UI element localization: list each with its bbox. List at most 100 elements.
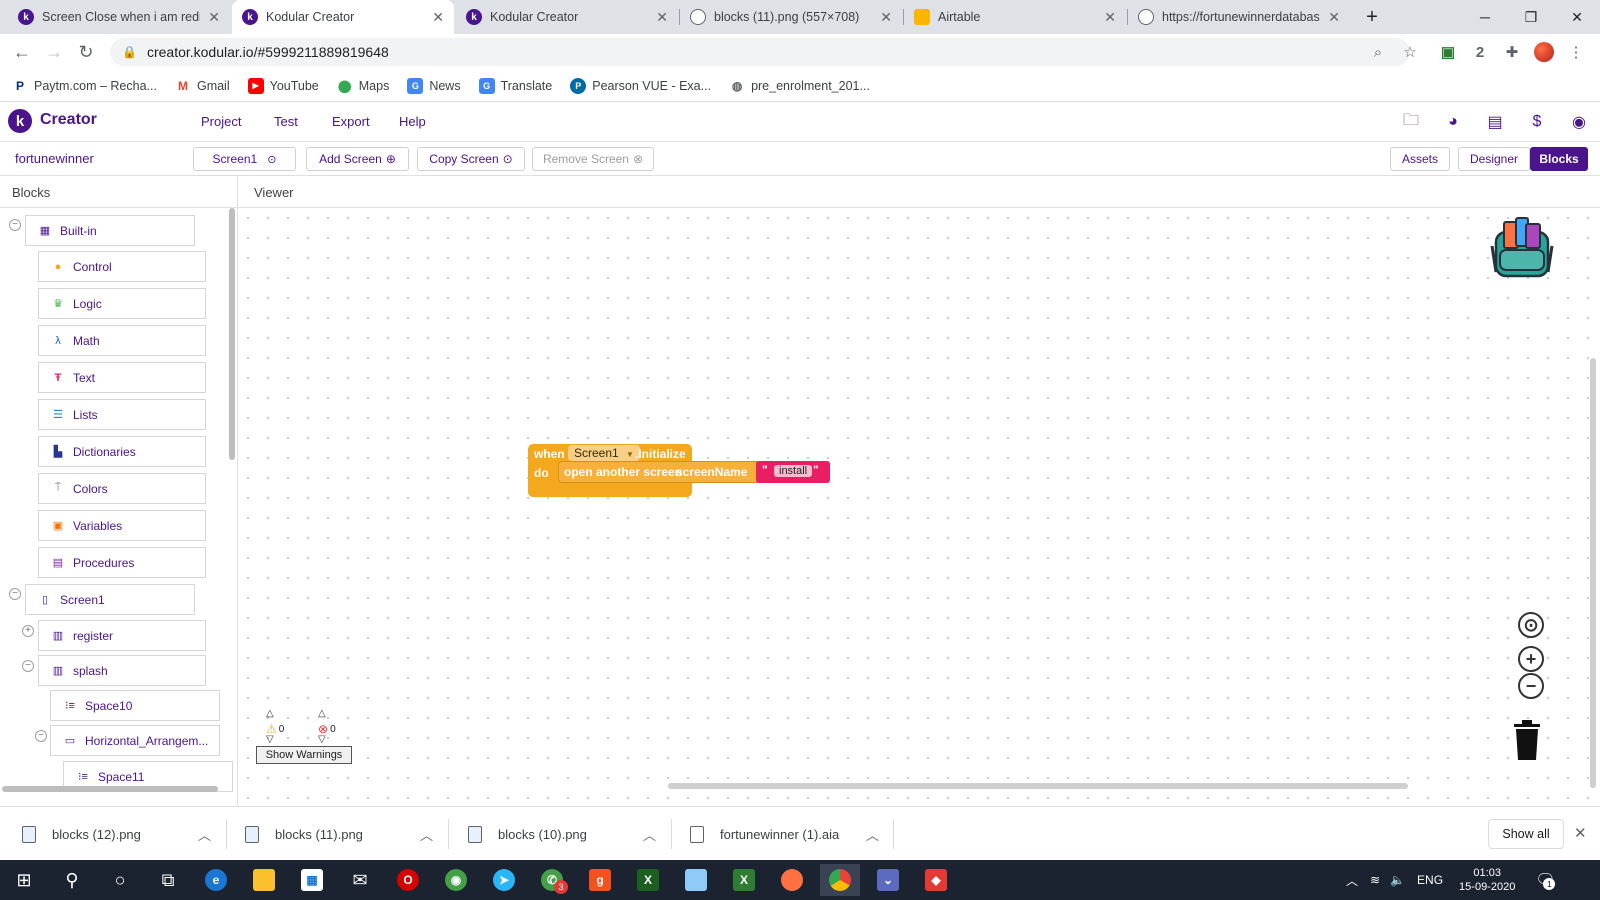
chevron-up-icon[interactable]: ︿ xyxy=(1346,872,1358,889)
chevron-up-icon[interactable]: ︿ xyxy=(420,825,433,844)
folder-icon[interactable]: 🗀 xyxy=(1400,111,1422,133)
telegram-icon[interactable]: ➤ xyxy=(484,864,524,896)
anydesk-icon[interactable]: ◆ xyxy=(916,864,956,896)
warning-down-arrow-icon[interactable]: ▽ xyxy=(266,734,274,745)
excel-icon[interactable]: X xyxy=(724,864,764,896)
store-icon[interactable]: ▦ xyxy=(292,864,332,896)
docs-icon[interactable]: ▤ xyxy=(1484,111,1506,133)
file-explorer-icon[interactable] xyxy=(244,864,284,896)
zoom-icon[interactable]: ⌕ xyxy=(1368,42,1388,62)
tree-procedures[interactable]: ▤ Procedures xyxy=(38,547,206,578)
show-warnings-button[interactable]: Show Warnings xyxy=(256,746,352,764)
palette-icon[interactable]: ◕ xyxy=(1442,111,1464,133)
reload-icon[interactable]: ↻ xyxy=(74,40,98,64)
new-tab-icon[interactable]: + xyxy=(1354,0,1390,34)
forward-icon[interactable]: → xyxy=(42,40,66,64)
menu-test[interactable]: Test xyxy=(274,114,298,129)
bookmark-item[interactable]: G News xyxy=(407,77,461,94)
close-icon[interactable]: ✕ xyxy=(880,9,892,26)
chrome-menu-icon[interactable]: ⋮ xyxy=(1566,42,1586,62)
download-item[interactable]: fortunewinner (1).aia ︿ xyxy=(690,807,890,861)
collapse-icon[interactable]: − xyxy=(22,660,34,672)
tree-control[interactable]: ● Control xyxy=(38,251,206,282)
tree-space10[interactable]: ⁝≡ Space10 xyxy=(50,690,220,721)
bookmark-item[interactable]: G Translate xyxy=(478,77,552,94)
collapse-icon[interactable]: − xyxy=(9,219,21,231)
tree-register[interactable]: ▥ register xyxy=(38,620,206,651)
close-icon[interactable]: ✕ xyxy=(432,9,444,26)
tree-lists[interactable]: ☰ Lists xyxy=(38,399,206,430)
string-value[interactable]: install xyxy=(774,465,813,477)
menu-export[interactable]: Export xyxy=(332,114,370,129)
windows-start-icon[interactable]: ⊞ xyxy=(4,864,44,896)
designer-button[interactable]: Designer xyxy=(1458,147,1530,171)
tree-colors[interactable]: ⍑ Colors xyxy=(38,473,206,504)
menu-help[interactable]: Help xyxy=(399,114,426,129)
trash-icon[interactable] xyxy=(1512,720,1542,760)
notifications-icon[interactable]: 🗨1 xyxy=(1535,870,1556,890)
screen-dropdown[interactable]: Screen1 ⊙ xyxy=(193,147,296,171)
wifi-icon[interactable]: ≋ xyxy=(1370,873,1380,887)
workspace-vertical-scrollbar[interactable] xyxy=(1590,358,1596,788)
tree-screen1[interactable]: ▯ Screen1 xyxy=(25,584,195,615)
url-field[interactable]: 🔒 creator.kodular.io/#5999211889819648 xyxy=(110,38,1410,66)
bookmark-star-icon[interactable]: ☆ xyxy=(1400,42,1420,62)
cortana-icon[interactable]: ○ xyxy=(100,864,140,896)
minimize-icon[interactable]: ─ xyxy=(1462,0,1508,34)
tree-text[interactable]: Ŧ Text xyxy=(38,362,206,393)
warning-up-arrow-icon[interactable]: △ xyxy=(266,708,274,719)
zoom-out-icon[interactable]: − xyxy=(1518,673,1544,699)
excel-icon[interactable]: X xyxy=(628,864,668,896)
chevron-up-icon[interactable]: ︿ xyxy=(866,825,879,844)
workspace-horizontal-scrollbar[interactable] xyxy=(668,783,1408,789)
browser-tab-active[interactable]: k Kodular Creator ✕ xyxy=(232,0,454,34)
tree-logic[interactable]: ♛ Logic xyxy=(38,288,206,319)
menu-project[interactable]: Project xyxy=(201,114,241,129)
close-icon[interactable]: ✕ xyxy=(656,9,668,26)
bookmark-item[interactable]: ◍ pre_enrolment_201... xyxy=(729,78,870,94)
search-icon[interactable]: ⚲ xyxy=(52,864,92,896)
close-icon[interactable]: ✕ xyxy=(1104,9,1116,26)
language-indicator[interactable]: ENG xyxy=(1417,873,1443,887)
tree-variables[interactable]: ▣ Variables xyxy=(38,510,206,541)
collapse-icon[interactable]: − xyxy=(35,730,47,742)
bookmark-item[interactable]: P Pearson VUE - Exa... xyxy=(570,77,711,94)
tree-math[interactable]: λ Math xyxy=(38,325,206,356)
notepad-icon[interactable] xyxy=(676,864,716,896)
tree-dictionaries[interactable]: ▙ Dictionaries xyxy=(38,436,206,467)
remove-screen-button[interactable]: Remove Screen ⊗ xyxy=(532,147,654,171)
mail-icon[interactable]: ✉ xyxy=(340,864,380,896)
error-up-arrow-icon[interactable]: △ xyxy=(318,708,326,719)
extension-icon[interactable]: 2 xyxy=(1470,42,1490,62)
tree-builtin[interactable]: ▦ Built-in xyxy=(25,215,195,246)
zoom-in-icon[interactable]: + xyxy=(1518,646,1544,672)
firefox-icon[interactable] xyxy=(772,864,812,896)
close-icon[interactable]: ✕ xyxy=(1328,9,1340,26)
profile-avatar[interactable] xyxy=(1534,42,1554,62)
restore-icon[interactable]: ❐ xyxy=(1508,0,1554,34)
whatsapp-icon[interactable]: ✆ 3 xyxy=(532,864,572,896)
close-icon[interactable]: ✕ xyxy=(208,9,220,26)
window-close-icon[interactable]: ✕ xyxy=(1554,0,1600,34)
edge-icon[interactable]: e xyxy=(196,864,236,896)
bookmark-item[interactable]: ▶ YouTube xyxy=(247,77,319,94)
opera-icon[interactable]: O xyxy=(388,864,428,896)
bookmark-item[interactable]: P Paytm.com – Recha... xyxy=(12,78,157,94)
download-item[interactable]: blocks (11).png ︿ xyxy=(245,807,445,861)
dollar-icon[interactable]: $ xyxy=(1526,111,1548,133)
vertical-scrollbar[interactable] xyxy=(229,208,235,460)
g-app-icon[interactable]: g xyxy=(580,864,620,896)
bookmark-item[interactable]: M Gmail xyxy=(175,78,230,94)
clock[interactable]: 01:03 15-09-2020 xyxy=(1459,866,1515,894)
account-icon[interactable]: ◉ xyxy=(1568,111,1590,133)
back-icon[interactable]: ← xyxy=(10,40,34,64)
app-icon[interactable]: ⌄ xyxy=(868,864,908,896)
close-icon[interactable]: ✕ xyxy=(1574,824,1587,842)
tree-splash[interactable]: ▥ splash xyxy=(38,655,206,686)
recenter-icon[interactable]: ⊙ xyxy=(1518,612,1544,638)
task-view-icon[interactable]: ⧉ xyxy=(148,864,188,896)
chrome-icon[interactable] xyxy=(820,864,860,896)
extension-icon[interactable]: ▣ xyxy=(1438,42,1458,62)
backpack-icon[interactable] xyxy=(1486,216,1558,282)
blocks-button[interactable]: Blocks xyxy=(1530,147,1588,171)
